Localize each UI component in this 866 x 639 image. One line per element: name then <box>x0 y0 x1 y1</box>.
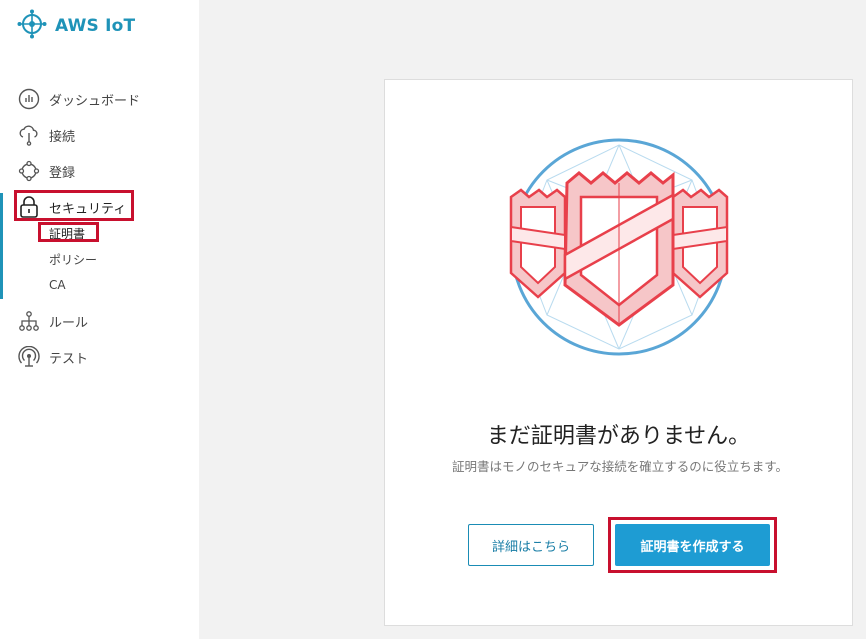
sidebar-subitem-policies[interactable]: ポリシー <box>49 251 97 268</box>
test-icon <box>18 346 40 368</box>
highlight-security <box>14 190 134 221</box>
sidebar-item-label: テスト <box>49 351 89 367</box>
active-indicator <box>0 193 3 299</box>
dashboard-icon <box>18 88 40 110</box>
sidebar-item-label: 接続 <box>49 129 76 145</box>
highlight-certificates <box>38 222 99 242</box>
learn-more-button[interactable]: 詳細はこちら <box>468 524 594 566</box>
cloud-connect-icon <box>18 124 40 146</box>
empty-state-description: 証明書はモノのセキュアな接続を確立するのに役立ちます。 <box>451 459 788 474</box>
sidebar-item-connect[interactable]: 接続 <box>18 124 75 146</box>
logo[interactable]: AWS IoT <box>17 9 135 43</box>
logo-text: AWS IoT <box>55 16 136 36</box>
sidebar-item-dashboard[interactable]: ダッシュボード <box>18 88 140 110</box>
sidebar-item-label: ルール <box>49 315 89 331</box>
register-icon <box>18 160 40 182</box>
sidebar: AWS IoT ダッシュボード 接続 登録 セキュリティ 証明書 ポリシー CA… <box>0 0 199 639</box>
sidebar-item-test[interactable]: テスト <box>18 346 88 368</box>
empty-state-card: まだ証明書がありません。 証明書はモノのセキュアな接続を確立するのに役立ちます。… <box>384 79 853 626</box>
sidebar-item-label: 登録 <box>49 165 76 181</box>
sidebar-item-register[interactable]: 登録 <box>18 160 75 182</box>
rules-icon <box>18 310 40 332</box>
sidebar-item-rules[interactable]: ルール <box>18 310 88 332</box>
sidebar-subitem-ca[interactable]: CA <box>49 278 66 292</box>
highlight-create-button <box>608 517 777 573</box>
aws-iot-icon <box>17 9 47 43</box>
sidebar-item-label: ダッシュボード <box>49 93 141 109</box>
empty-state-title: まだ証明書がありません。 <box>486 424 751 449</box>
certificate-illustration <box>507 135 732 364</box>
